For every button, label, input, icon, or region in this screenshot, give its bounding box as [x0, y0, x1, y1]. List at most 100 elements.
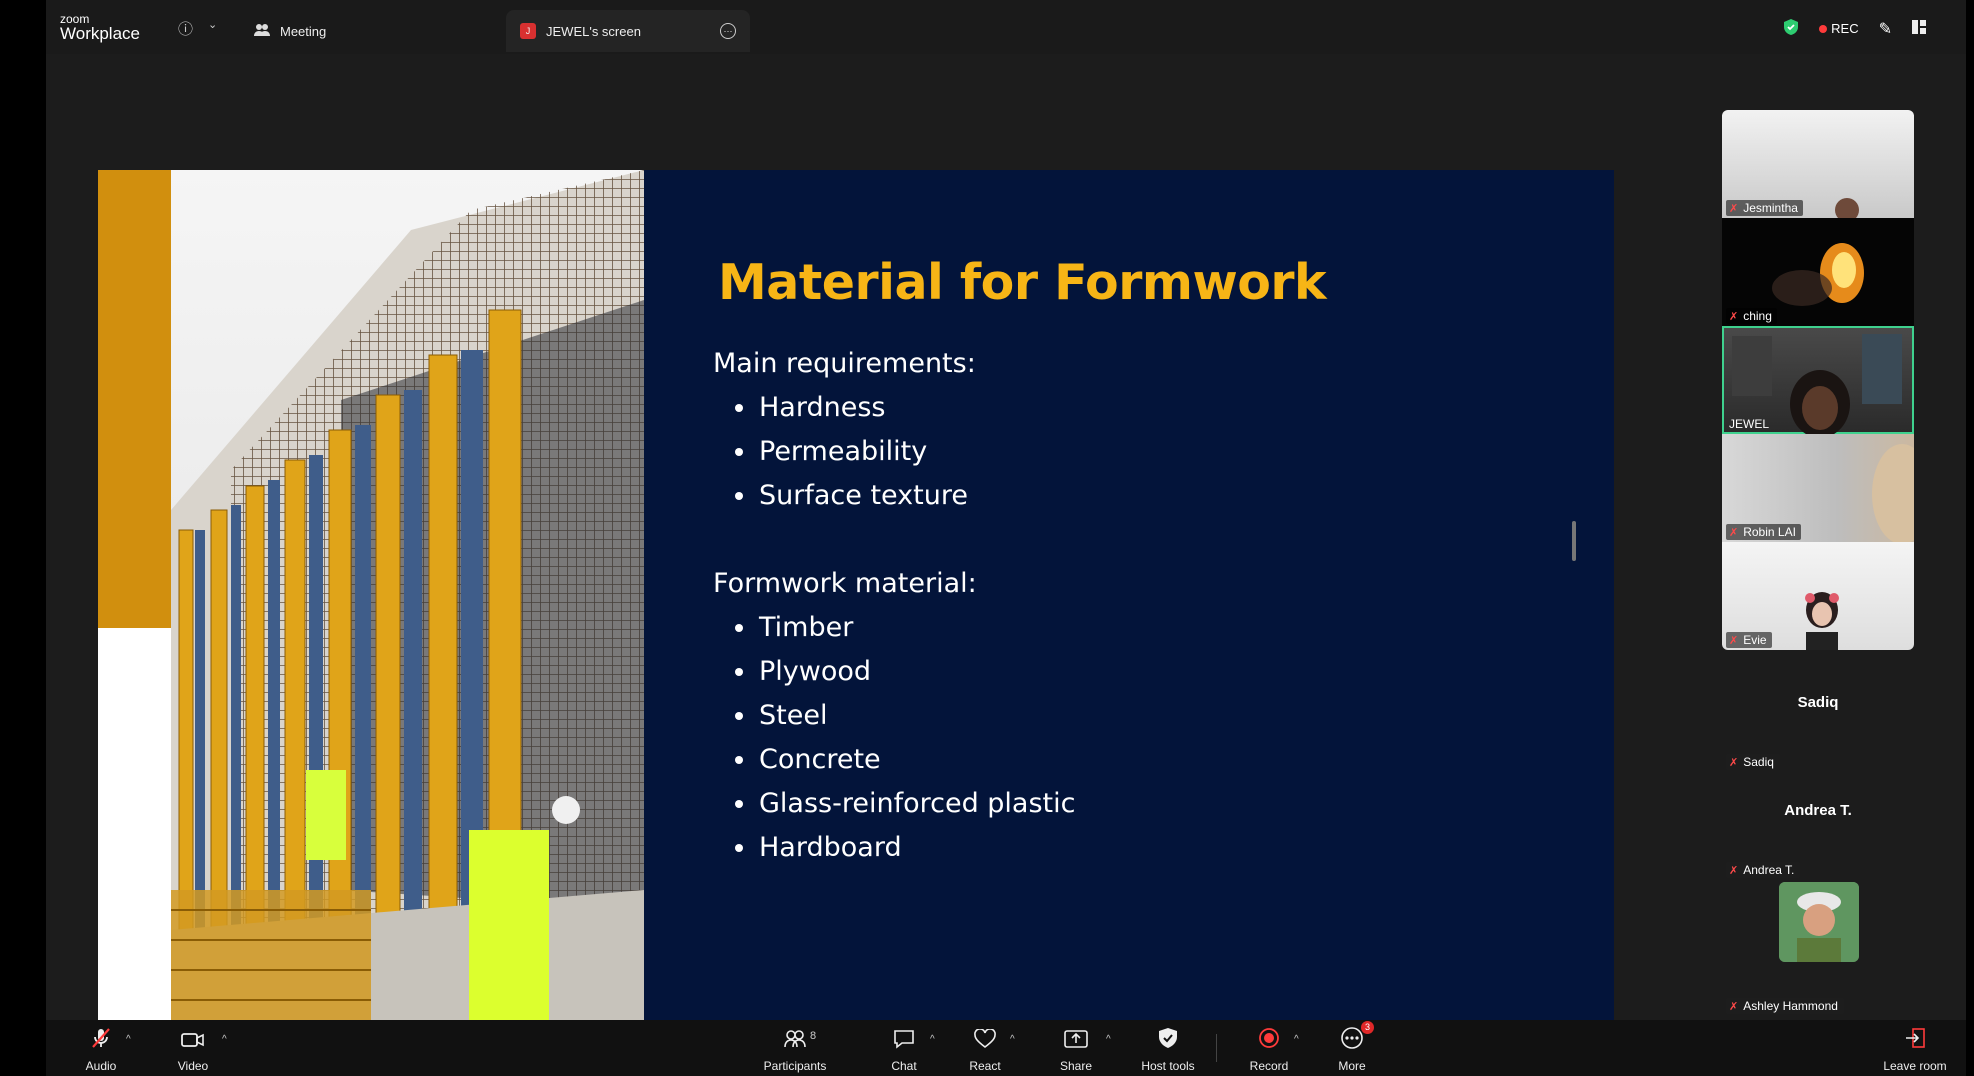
- participant-tile-sadiq[interactable]: Sadiq ✗ Sadiq: [1722, 672, 1914, 780]
- more-options-icon[interactable]: ···: [720, 23, 736, 39]
- list-item: Hardboard: [735, 826, 1075, 870]
- shared-slide: Material for Formwork Main requirements:…: [98, 170, 1614, 1022]
- list-item-label: Plywood: [759, 656, 872, 687]
- requirements-list: Hardness Permeability Surface texture: [735, 386, 1075, 518]
- formwork-photo: [171, 170, 644, 1022]
- participant-name-tag: ✗ ching: [1726, 308, 1777, 324]
- list-item: Steel: [735, 694, 1075, 738]
- list-item: Timber: [735, 606, 1075, 650]
- participant-name: Ashley Hammond: [1743, 999, 1838, 1013]
- list-item: Concrete: [735, 738, 1075, 782]
- share-screen-icon: [1064, 1029, 1088, 1054]
- audio-button[interactable]: Audio: [76, 1020, 126, 1076]
- meeting-stage: Material for Formwork Main requirements:…: [46, 54, 1966, 1022]
- rec-dot-icon: [1819, 24, 1828, 33]
- video-tile-jesmintha[interactable]: ✗ Jesmintha: [1722, 110, 1914, 218]
- more-button[interactable]: 3 More: [1330, 1020, 1374, 1076]
- record-label: Record: [1249, 1059, 1289, 1073]
- materials-list: Timber Plywood Steel Concrete Glass-rein…: [735, 606, 1075, 870]
- bullet-icon: [735, 492, 743, 500]
- video-tile-ching[interactable]: ✗ ching: [1722, 218, 1914, 326]
- list-item-label: Timber: [759, 612, 854, 643]
- bullet-icon: [735, 844, 743, 852]
- list-item: Permeability: [735, 430, 1075, 474]
- view-layout-icon[interactable]: [1912, 20, 1926, 37]
- participants-label: Participants: [763, 1059, 827, 1073]
- exit-door-icon: [1904, 1027, 1926, 1054]
- list-item: Surface texture: [735, 474, 1075, 518]
- participant-name-tag: ✗ Sadiq: [1726, 754, 1780, 770]
- panel-resize-handle[interactable]: [1572, 521, 1576, 561]
- slide-title: Material for Formwork: [718, 254, 1327, 311]
- mic-muted-icon: ✗: [1729, 864, 1739, 877]
- participant-tile-andrea[interactable]: Andrea T. ✗ Andrea T.: [1722, 780, 1914, 888]
- participant-name: JEWEL: [1729, 417, 1770, 431]
- chevron-down-icon[interactable]: ⌄: [208, 18, 217, 31]
- record-button[interactable]: Record: [1244, 1020, 1294, 1076]
- leave-room-label: Leave room: [1883, 1059, 1947, 1073]
- annotate-pen-icon[interactable]: ✎: [1879, 19, 1892, 39]
- leave-room-button[interactable]: Leave room: [1880, 1020, 1950, 1076]
- list-item-label: Steel: [759, 700, 828, 731]
- react-button[interactable]: React: [962, 1020, 1008, 1076]
- bullet-icon: [735, 800, 743, 808]
- participant-name-tag: ✗ Evie: [1726, 632, 1772, 648]
- toolbar-divider: [1216, 1034, 1217, 1062]
- video-button[interactable]: Video: [168, 1020, 218, 1076]
- mic-muted-icon: ✗: [1729, 1000, 1739, 1013]
- react-options-caret-icon[interactable]: ^: [1010, 1034, 1015, 1045]
- video-options-caret-icon[interactable]: ^: [222, 1034, 227, 1045]
- bullet-icon: [735, 712, 743, 720]
- bullet-icon: [735, 624, 743, 632]
- participant-name-tag: ✗ Ashley Hammond: [1726, 998, 1844, 1014]
- section-heading-materials: Formwork material:: [713, 568, 977, 599]
- audio-label: Audio: [85, 1059, 117, 1073]
- list-item: Plywood: [735, 650, 1075, 694]
- more-dots-icon: 3: [1340, 1021, 1374, 1054]
- encryption-shield-icon[interactable]: [1783, 18, 1799, 39]
- participant-name-tag: JEWEL: [1726, 416, 1774, 432]
- share-button[interactable]: Share: [1054, 1020, 1098, 1076]
- heart-icon: [974, 1028, 996, 1054]
- record-options-caret-icon[interactable]: ^: [1294, 1034, 1299, 1045]
- rec-label: REC: [1831, 21, 1859, 36]
- participant-name: ching: [1743, 309, 1772, 323]
- more-label: More: [1338, 1059, 1366, 1073]
- audio-options-caret-icon[interactable]: ^: [126, 1034, 131, 1045]
- video-tile-robin-lai[interactable]: ✗ Robin LAI: [1722, 434, 1914, 542]
- host-tools-button[interactable]: Host tools: [1132, 1020, 1204, 1076]
- share-label: Share: [1059, 1059, 1093, 1073]
- video-label: Video: [177, 1059, 209, 1073]
- participant-name: Robin LAI: [1743, 525, 1796, 539]
- list-item: Hardness: [735, 386, 1075, 430]
- bullet-icon: [735, 404, 743, 412]
- participant-display-name: Andrea T.: [1784, 802, 1852, 819]
- list-item-label: Permeability: [759, 436, 928, 467]
- share-options-caret-icon[interactable]: ^: [1106, 1034, 1111, 1045]
- video-tile-jewel[interactable]: JEWEL: [1722, 326, 1914, 434]
- slide-body: Main requirements: Hardness Permeability…: [713, 342, 1075, 870]
- slide-accent-white: [98, 628, 171, 1022]
- participant-name-tag: ✗ Robin LAI: [1726, 524, 1801, 540]
- participants-icon: 8: [784, 1029, 816, 1054]
- list-item: Glass-reinforced plastic: [735, 782, 1075, 826]
- tab-shared-screen[interactable]: J JEWEL's screen ···: [506, 10, 750, 52]
- tab-screen-label: JEWEL's screen: [546, 23, 641, 39]
- chat-button[interactable]: Chat: [882, 1020, 926, 1076]
- participants-count: 8: [810, 1030, 817, 1042]
- mic-muted-icon: ✗: [1729, 634, 1739, 647]
- section-heading-requirements: Main requirements:: [713, 348, 976, 379]
- meeting-toolbar: Audio ^ Video ^ 8 Participants Chat ^ Re…: [46, 1020, 1966, 1076]
- participants-button[interactable]: 8 Participants: [754, 1020, 836, 1076]
- mic-muted-icon: ✗: [1729, 310, 1739, 323]
- mic-muted-icon: ✗: [1729, 526, 1739, 539]
- title-bar: zoom Workplace ⓘ ⌄ Meeting J JEWEL's scr…: [46, 0, 1966, 54]
- info-icon[interactable]: ⓘ: [178, 18, 193, 39]
- host-tools-label: Host tools: [1141, 1059, 1195, 1073]
- recording-indicator[interactable]: REC: [1819, 21, 1859, 36]
- brand-big: Workplace: [60, 23, 140, 43]
- tab-meeting[interactable]: Meeting: [254, 10, 494, 52]
- chat-options-caret-icon[interactable]: ^: [930, 1034, 935, 1045]
- avatar[interactable]: [1779, 882, 1859, 962]
- video-tile-evie[interactable]: ✗ Evie: [1722, 542, 1914, 650]
